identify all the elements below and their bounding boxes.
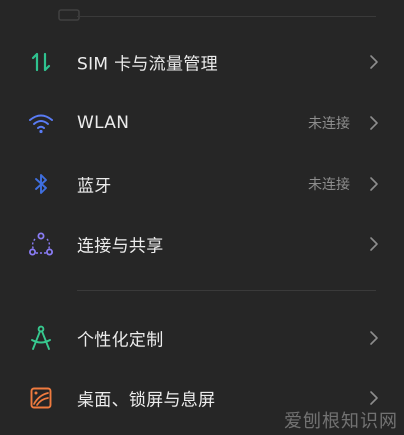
share-nodes-icon [28,231,54,257]
settings-item-connect-share[interactable]: 连接与共享 [0,214,404,274]
chevron-right-icon [370,331,378,345]
site-watermark: 爱刨根知识网 [284,411,398,432]
settings-item-label: 连接与共享 [77,236,164,257]
connection-status: 未连接 [308,177,350,193]
settings-item-label: WLAN [77,113,130,133]
chevron-right-icon [370,237,378,251]
compass-icon [28,325,54,351]
data-arrows-icon [28,49,54,75]
settings-item-bluetooth[interactable]: 蓝牙 未连接 [0,154,404,214]
chevron-right-icon [370,116,378,130]
chevron-right-icon [370,55,378,69]
settings-item-wlan[interactable]: WLAN 未连接 [0,93,404,153]
chevron-right-icon [370,391,378,405]
section-divider-top [77,16,376,17]
faded-icon [58,9,80,21]
section-divider [77,290,376,291]
settings-item-label: 蓝牙 [77,176,112,197]
bluetooth-icon [28,171,54,197]
settings-item-label: 桌面、锁屏与息屏 [77,390,216,411]
chevron-right-icon [370,177,378,191]
wallpaper-icon [28,385,54,411]
connection-status: 未连接 [308,116,350,132]
settings-item-personalization[interactable]: 个性化定制 [0,308,404,368]
settings-item-label: SIM 卡与流量管理 [77,54,218,75]
wifi-icon [28,110,54,136]
settings-item-label: 个性化定制 [77,330,164,351]
settings-item-sim[interactable]: SIM 卡与流量管理 [0,32,404,92]
